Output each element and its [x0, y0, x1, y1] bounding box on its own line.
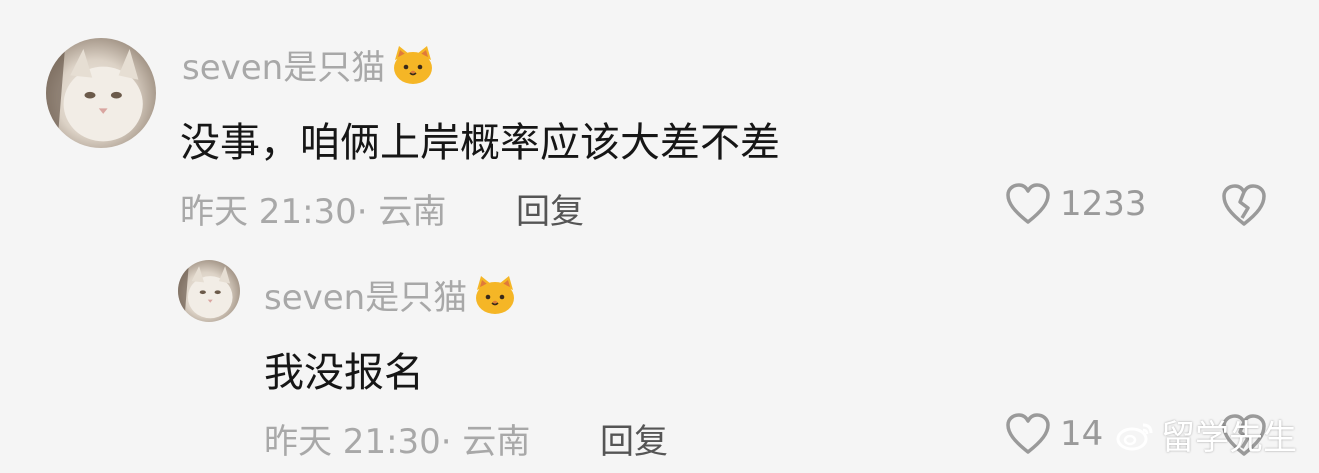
- like-count: 14: [1060, 414, 1104, 454]
- like-button[interactable]: 1233: [1004, 182, 1147, 226]
- reply-button[interactable]: 回复: [600, 414, 668, 463]
- cat-face-icon: [394, 45, 433, 84]
- dislike-button[interactable]: [1220, 182, 1268, 232]
- avatar[interactable]: [178, 260, 240, 322]
- avatar[interactable]: [46, 38, 156, 148]
- watermark: 留学先生: [1115, 410, 1297, 459]
- watermark-text: 留学先生: [1161, 418, 1297, 458]
- weibo-logo-icon: [1116, 423, 1153, 450]
- comment-text: 没事，咱俩上岸概率应该大差不差: [180, 120, 780, 166]
- comment-text: 我没报名: [264, 350, 424, 396]
- username-text: seven是只猫: [182, 48, 386, 88]
- broken-heart-icon: [1222, 184, 1266, 226]
- comment-item: seven是只猫 没事，咱俩上岸概率应该大差不差 昨天 21:30· 云南 回复…: [0, 0, 1319, 240]
- cat-face-icon: [476, 275, 515, 314]
- heart-outline-icon: [1006, 413, 1050, 454]
- comment-meta: 昨天 21:30· 云南: [264, 422, 531, 462]
- username[interactable]: seven是只猫: [264, 270, 517, 319]
- comment-meta: 昨天 21:30· 云南: [180, 192, 447, 232]
- heart-outline-icon: [1006, 183, 1050, 224]
- reply-button[interactable]: 回复: [516, 184, 584, 233]
- like-count: 1233: [1060, 184, 1147, 224]
- like-button[interactable]: 14: [1004, 412, 1103, 456]
- cat-photo-icon: [178, 260, 233, 322]
- username[interactable]: seven是只猫: [182, 40, 435, 89]
- username-text: seven是只猫: [264, 278, 468, 318]
- cat-photo-icon: [46, 38, 143, 148]
